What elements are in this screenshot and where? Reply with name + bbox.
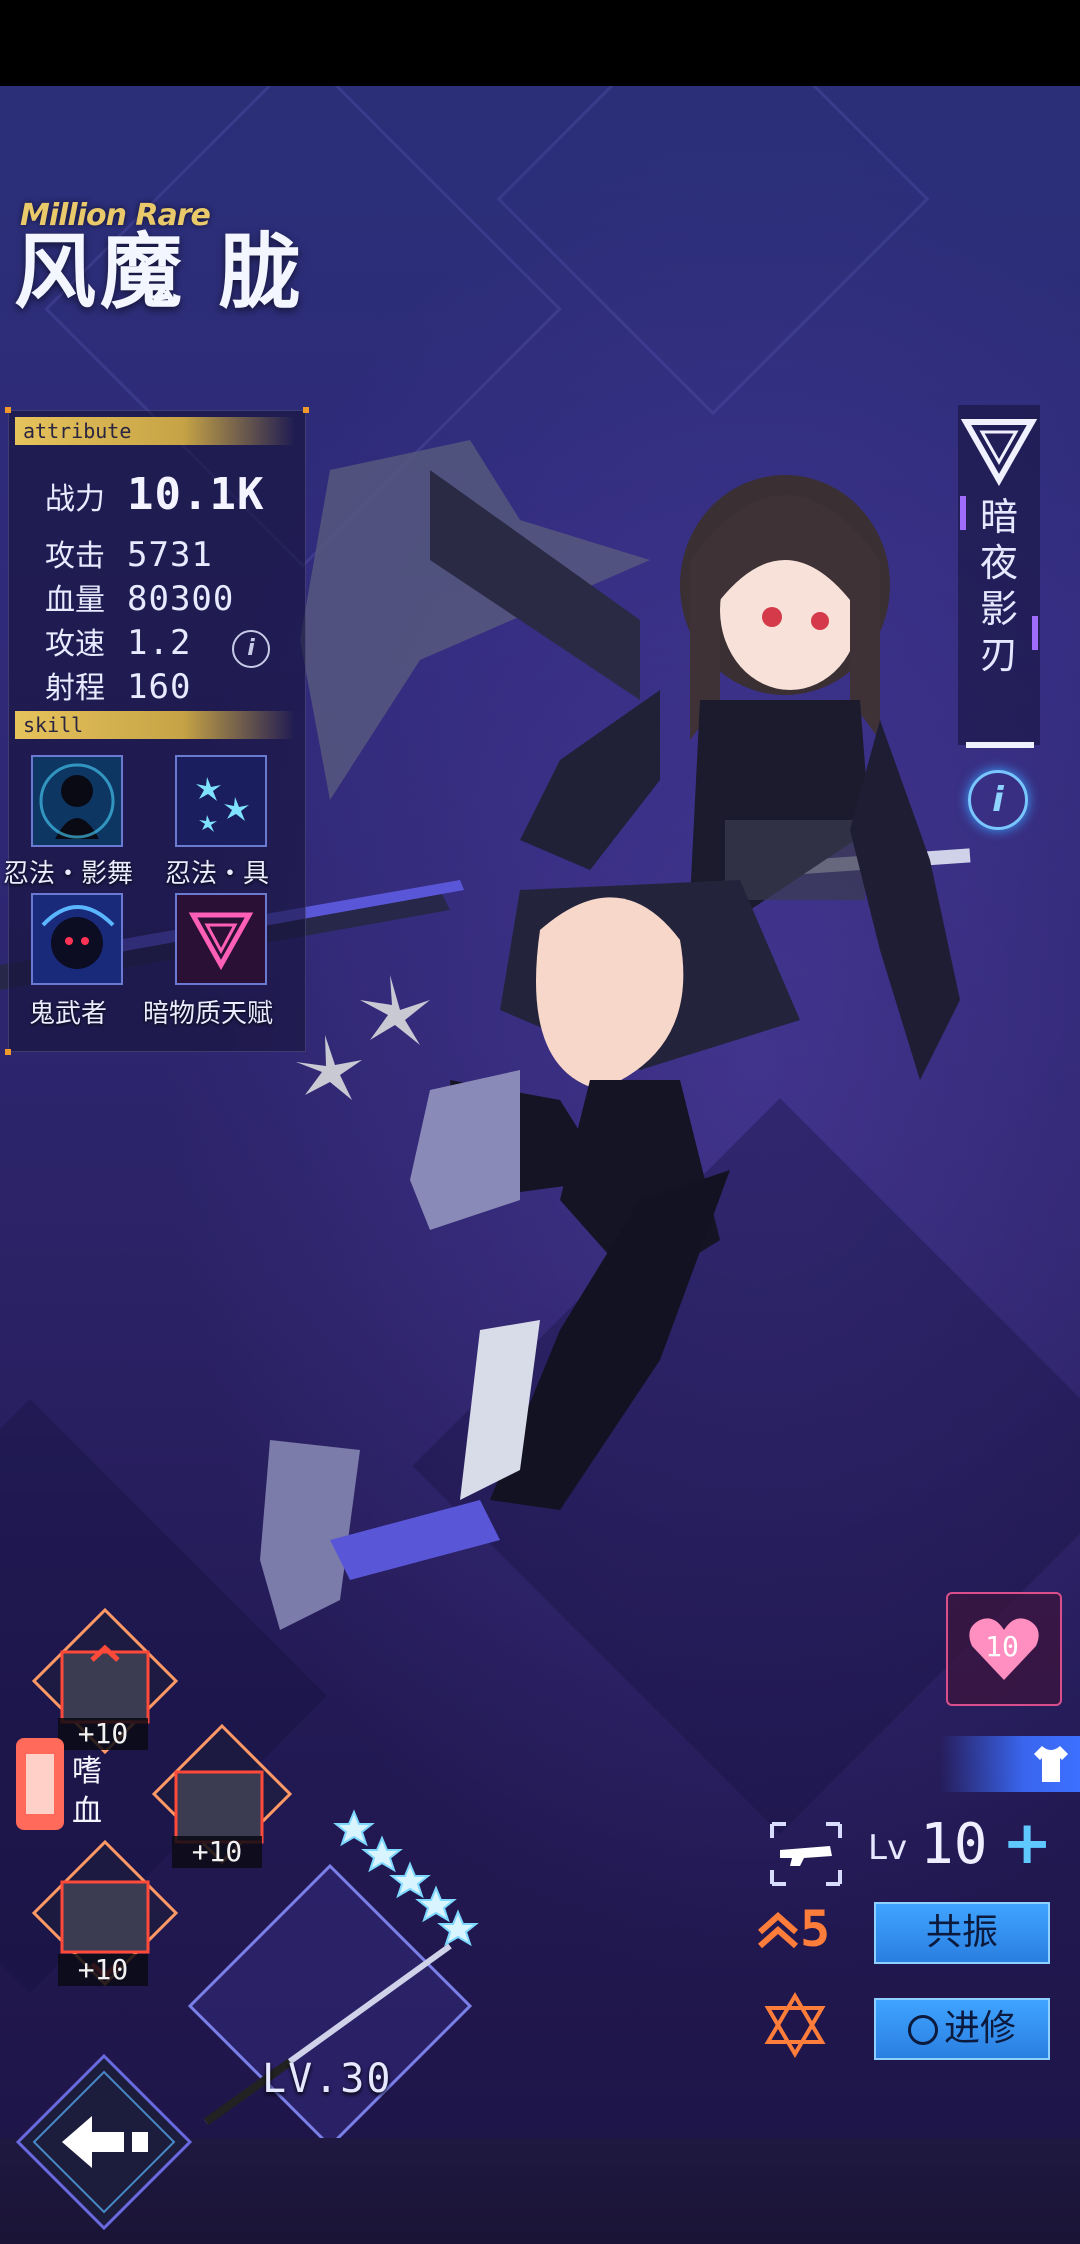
- affection-button[interactable]: 10: [946, 1592, 1062, 1706]
- shuriken-icon: [177, 757, 265, 845]
- stat-label: 血量: [45, 583, 105, 618]
- weapon-gun-icon: [770, 1822, 842, 1886]
- stat-label: 攻击: [45, 539, 105, 574]
- character-detail-scene: Million Rare 风魔 胧 attribute 战力 10.1K 攻击 57…: [0, 86, 1080, 2244]
- affection-value: 10: [985, 1630, 1019, 1663]
- level-value: 10: [920, 1812, 988, 1877]
- status-bar: [0, 0, 1080, 86]
- set-label-2: 血: [72, 1794, 102, 1829]
- advance-button[interactable]: 进修: [874, 1998, 1050, 2060]
- stat-attack: 攻击 5731: [45, 531, 213, 575]
- stat-value: 5731: [127, 535, 213, 575]
- stat-label: 战力: [45, 482, 105, 517]
- oni-mask-icon: [33, 895, 121, 983]
- attribute-header: attribute: [15, 417, 295, 445]
- hexagram-icon: [764, 1992, 826, 2058]
- stat-range: 射程 160: [45, 663, 191, 707]
- advance-label: 进修: [943, 2008, 1016, 2049]
- stat-value: 80300: [127, 579, 235, 619]
- stat-hp: 血量 80300: [45, 575, 234, 619]
- stat-value: 10.1K: [127, 469, 265, 520]
- shadow-figure-icon: [33, 757, 121, 845]
- star-rank-value: 5: [800, 1900, 831, 1958]
- skill-label-4: 暗物质天赋: [143, 999, 274, 1029]
- character-name: 风魔 胧: [14, 225, 305, 320]
- stat-label: 射程: [45, 671, 105, 706]
- skill-slot-2[interactable]: [175, 755, 267, 847]
- attribute-panel: attribute 战力 10.1K 攻击 5731 血量 80300 攻速 1.2 射…: [3, 407, 309, 1055]
- corner-marker: [303, 407, 309, 413]
- skill-label-3: 鬼武者: [29, 999, 108, 1029]
- set-label-1: 嗜: [72, 1754, 102, 1789]
- stat-value: 160: [127, 667, 192, 707]
- equipment-slot-1[interactable]: [50, 1622, 160, 1732]
- skill-label-1: 忍法・影舞: [3, 859, 134, 889]
- advance-icon: [907, 2015, 938, 2045]
- stat-power: 战力 10.1K: [45, 469, 264, 520]
- stat-attack-speed: 攻速 1.2: [45, 619, 191, 663]
- tag-underline: [966, 742, 1034, 748]
- class-info-icon[interactable]: i: [968, 770, 1028, 830]
- skill-slot-4[interactable]: [175, 893, 267, 985]
- outfit-tab[interactable]: [940, 1736, 1080, 1792]
- weapon-level: LV.30: [262, 2056, 393, 2102]
- resonance-button[interactable]: 共振: [874, 1902, 1050, 1964]
- skill-header: skill: [15, 711, 295, 739]
- tag-accent: [1032, 616, 1038, 650]
- corner-marker: [5, 407, 11, 413]
- set-bonus-icon: [16, 1738, 64, 1830]
- back-button[interactable]: [14, 2050, 194, 2240]
- corner-marker: [5, 1049, 11, 1055]
- stat-value: 1.2: [127, 623, 192, 663]
- skill-slot-3[interactable]: [31, 893, 123, 985]
- stat-label: 攻速: [45, 627, 105, 662]
- dark-faction-icon: [960, 419, 1038, 486]
- level-up-button[interactable]: +: [1002, 1808, 1052, 1878]
- dark-triangle-icon: [177, 895, 265, 983]
- level-prefix: Lv: [868, 1828, 908, 1868]
- equipment-slot-3[interactable]: [50, 1854, 160, 1964]
- skill-label-2: 忍法・具: [165, 859, 270, 889]
- equipment-slot-2[interactable]: [166, 1738, 276, 1848]
- class-tag-char-4: 刃: [980, 633, 1019, 677]
- star-rank-icon: [758, 1911, 798, 1949]
- skill-slot-1[interactable]: [31, 755, 123, 847]
- tag-accent: [960, 496, 966, 530]
- attribute-info-icon[interactable]: i: [232, 630, 270, 668]
- shirt-icon: [1034, 1746, 1068, 1782]
